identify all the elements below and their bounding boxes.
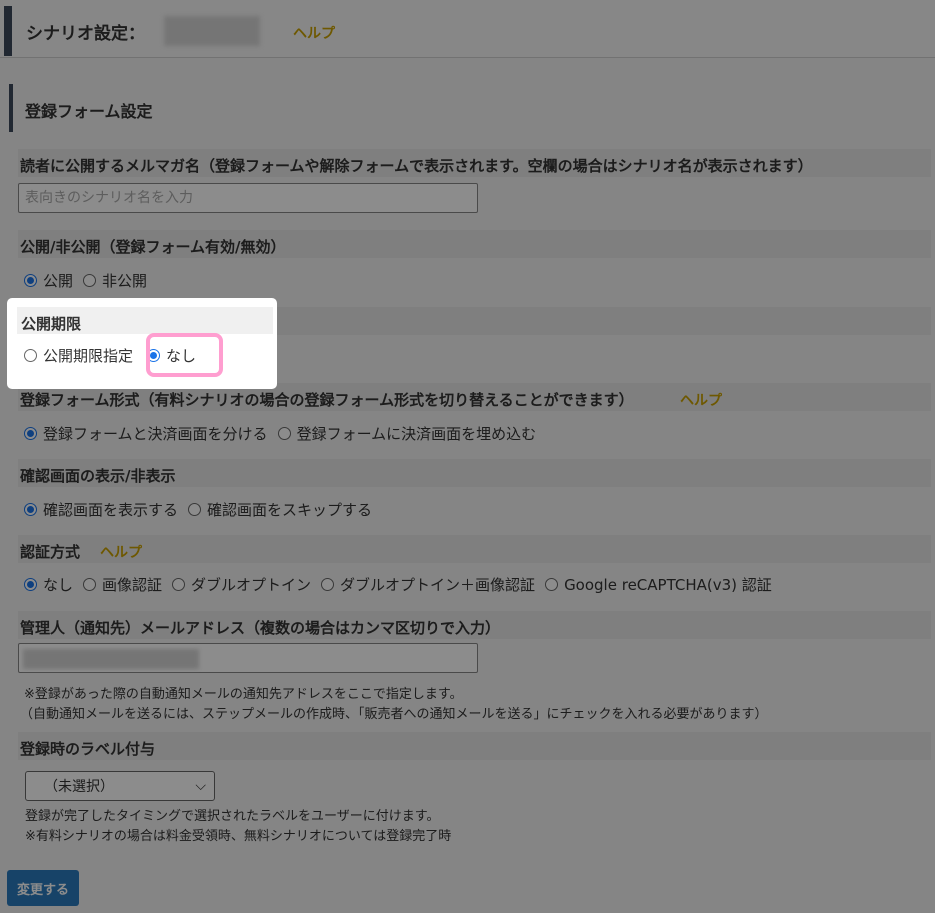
highlight-frame: [146, 333, 223, 377]
radio-button[interactable]: [172, 577, 186, 591]
radio-private[interactable]: 非公開: [83, 270, 147, 291]
admin-email-label-row: 管理人（通知先）メールアドレス（複数の場合はカンマ区切りで入力）: [18, 611, 931, 639]
admin-email-redacted: [23, 649, 199, 669]
period-label: 公開期限: [21, 315, 82, 333]
radio-auth-recaptcha[interactable]: Google reCAPTCHA(v3) 認証: [545, 574, 772, 595]
section-accent: [9, 84, 13, 132]
admin-email-note-1: ※登録があった際の自動通知メールの通知先アドレスをここで指定します。: [24, 687, 463, 702]
label-select[interactable]: （未選択） ⌵: [25, 771, 215, 801]
radio-button[interactable]: [24, 577, 37, 591]
form-type-help-link[interactable]: ヘルプ: [680, 390, 722, 410]
confirm-radio-group: 確認画面を表示する 確認画面をスキップする: [24, 498, 382, 520]
period-highlight-card: 公開期限 公開期限指定 なし: [7, 298, 277, 389]
confirm-label: 確認画面の表示/非表示: [20, 467, 176, 485]
radio-button[interactable]: [321, 577, 335, 591]
scenario-name-redacted: [164, 16, 260, 46]
section-header: 登録フォーム設定: [9, 84, 931, 132]
auth-help-link[interactable]: ヘルプ: [100, 542, 142, 562]
radio-period-specify[interactable]: 公開期限指定: [24, 345, 133, 366]
page-title: シナリオ設定：: [26, 24, 145, 44]
chevron-down-icon: ⌵: [195, 778, 206, 794]
radio-form-separate[interactable]: 登録フォームと決済画面を分ける: [24, 423, 268, 444]
radio-button[interactable]: [24, 426, 37, 440]
section-title: 登録フォーム設定: [25, 102, 153, 121]
radio-button[interactable]: [83, 273, 97, 287]
label-assign-label: 登録時のラベル付与: [20, 740, 156, 758]
confirm-label-row: 確認画面の表示/非表示: [18, 459, 931, 487]
form-type-radio-group: 登録フォームと決済画面を分ける 登録フォームに決済画面を埋め込む: [24, 422, 546, 444]
radio-button[interactable]: [24, 273, 37, 287]
radio-button[interactable]: [24, 502, 37, 516]
form-type-label: 登録フォーム形式（有料シナリオの場合の登録フォーム形式を切り替えることができます…: [20, 391, 634, 409]
period-label-row: 公開期限: [17, 307, 273, 334]
radio-confirm-skip[interactable]: 確認画面をスキップする: [188, 499, 372, 520]
radio-button[interactable]: [188, 502, 202, 516]
radio-auth-double-optin-image[interactable]: ダブルオプトイン＋画像認証: [321, 574, 535, 595]
header-bar: シナリオ設定： ヘルプ: [0, 0, 935, 58]
label-assign-label-row: 登録時のラベル付与: [18, 732, 931, 760]
radio-auth-double-optin[interactable]: ダブルオプトイン: [172, 574, 311, 595]
radio-public[interactable]: 公開: [24, 270, 73, 291]
auth-label-row: 認証方式 ヘルプ: [18, 535, 931, 563]
public-radio-group: 公開 非公開: [24, 269, 157, 291]
admin-email-note-2: （自動通知メールを送るには、ステップメールの作成時、「販売者への通知メールを送る…: [20, 707, 768, 722]
magazine-name-input[interactable]: [18, 183, 478, 213]
public-label-row: 公開/非公開（登録フォーム有効/無効）: [18, 230, 931, 258]
radio-confirm-show[interactable]: 確認画面を表示する: [24, 499, 178, 520]
radio-button[interactable]: [277, 426, 291, 440]
auth-radio-group: なし 画像認証 ダブルオプトイン ダブルオプトイン＋画像認証 Google re…: [24, 573, 782, 595]
label-assign-note-2: ※有料シナリオの場合は料金受領時、無料シナリオについては登録完了時: [25, 829, 452, 844]
radio-button[interactable]: [24, 349, 37, 362]
submit-button[interactable]: 変更する: [7, 870, 79, 906]
label-select-value: （未選択）: [44, 779, 114, 795]
radio-button[interactable]: [83, 577, 97, 591]
radio-auth-image[interactable]: 画像認証: [83, 574, 162, 595]
radio-auth-none[interactable]: なし: [24, 574, 73, 595]
magazine-name-label-row: 読者に公開するメルマガ名（登録フォームや解除フォームで表示されます。空欄の場合は…: [18, 149, 931, 177]
magazine-name-label: 読者に公開するメルマガ名（登録フォームや解除フォームで表示されます。空欄の場合は…: [20, 157, 813, 175]
auth-label: 認証方式: [20, 543, 81, 561]
header-accent: [4, 6, 12, 56]
header-help-link[interactable]: ヘルプ: [293, 23, 335, 43]
radio-form-embed[interactable]: 登録フォームに決済画面を埋め込む: [277, 423, 536, 444]
admin-email-label: 管理人（通知先）メールアドレス（複数の場合はカンマ区切りで入力）: [20, 619, 501, 637]
radio-button[interactable]: [545, 577, 559, 591]
public-label: 公開/非公開（登録フォーム有効/無効）: [20, 238, 286, 256]
admin-email-input[interactable]: [18, 643, 478, 673]
page: シナリオ設定： ヘルプ 登録フォーム設定 読者に公開するメルマガ名（登録フォーム…: [0, 0, 935, 913]
label-assign-note-1: 登録が完了したタイミングで選択されたラベルをユーザーに付けます。: [25, 809, 440, 824]
